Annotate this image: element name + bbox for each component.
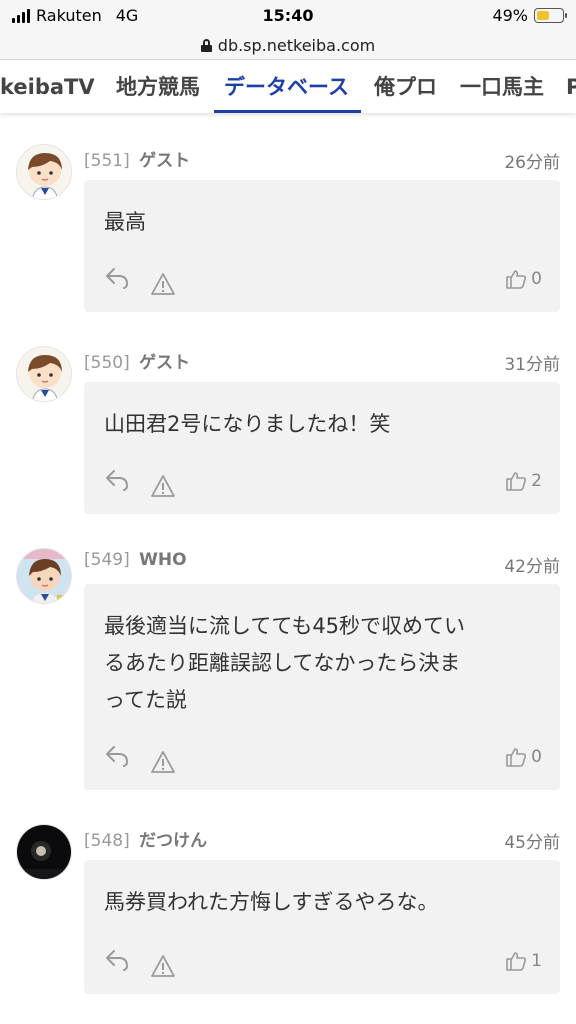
battery-icon <box>534 8 567 23</box>
child-icon <box>17 145 71 199</box>
reply-icon[interactable] <box>104 948 130 972</box>
comment-actions: 0 <box>104 266 542 296</box>
battery-percent: 49% <box>492 6 528 25</box>
report-icon[interactable] <box>150 272 176 296</box>
tab-local-racing[interactable]: 地方競馬 <box>116 61 200 113</box>
like-count: 2 <box>531 471 542 491</box>
child-icon <box>17 347 71 401</box>
comment-number: [548] <box>84 831 130 851</box>
like-count: 0 <box>531 747 542 767</box>
comment-actions: 0 <box>104 744 542 774</box>
comment-number: [549] <box>84 550 130 570</box>
comment-text-line: 最後適当に流してても45秒で収めてい <box>104 614 466 638</box>
category-tabs: keibaTV 地方競馬 データベース 俺プロ 一口馬主 P <box>0 61 576 113</box>
reply-icon[interactable] <box>104 266 130 290</box>
comment-text: 山田君2号になりましたね！笑 <box>104 412 391 436</box>
report-icon[interactable] <box>150 954 176 978</box>
avatar[interactable] <box>16 346 72 402</box>
night-photo-icon <box>17 825 71 879</box>
thumbs-up-icon <box>506 472 527 491</box>
tab-keibatv[interactable]: keibaTV <box>0 61 95 113</box>
avatar[interactable] <box>16 144 72 200</box>
like-button[interactable]: 1 <box>505 950 542 972</box>
battery-level-fill <box>537 11 549 20</box>
username[interactable]: だつけん <box>139 831 207 851</box>
avatar[interactable] <box>16 548 72 604</box>
comment-time: 31分前 <box>504 355 560 375</box>
username[interactable]: WHO <box>139 550 186 570</box>
tab-more[interactable]: P <box>566 61 576 113</box>
comment-meta: [549] WHO <box>84 550 187 570</box>
comment-number: [551] <box>84 151 130 171</box>
child-photo-icon <box>17 549 71 603</box>
like-count: 1 <box>531 951 542 971</box>
comment-item: [551] ゲスト 26分前 最高 0 <box>0 144 576 312</box>
tab-hitokuchi[interactable]: 一口馬主 <box>460 61 544 113</box>
tab-ore-pro[interactable]: 俺プロ <box>374 61 437 113</box>
comment-bubble: 最後適当に流してても45秒で収めてい るあたり距離誤認してなかったら決ま ってた… <box>84 584 560 790</box>
like-button[interactable]: 2 <box>505 470 542 492</box>
comment-time: 26分前 <box>504 153 560 173</box>
comment-text: 馬券買われた方悔しすぎるやろな。 <box>104 890 439 914</box>
lock-icon <box>200 39 212 52</box>
comment-bubble: 山田君2号になりましたね！笑 2 <box>84 382 560 514</box>
comment-meta: [548] だつけん <box>84 826 207 851</box>
report-icon[interactable] <box>150 750 176 774</box>
report-icon[interactable] <box>150 474 176 498</box>
comment-meta: [551] ゲスト <box>84 146 190 171</box>
username[interactable]: ゲスト <box>139 353 190 373</box>
comment-item: [550] ゲスト 31分前 山田君2号になりましたね！笑 2 <box>0 346 576 514</box>
comment-text-line: ってた説 <box>104 688 187 712</box>
comment-bubble: 最高 0 <box>84 180 560 312</box>
thumbs-up-icon <box>506 270 527 289</box>
url-text[interactable]: db.sp.netkeiba.com <box>218 36 375 55</box>
comment-time: 45分前 <box>504 833 560 853</box>
like-button[interactable]: 0 <box>505 746 542 768</box>
like-count: 0 <box>531 269 542 289</box>
comment-meta: [550] ゲスト <box>84 348 190 373</box>
comment-bubble: 馬券買われた方悔しすぎるやろな。 1 <box>84 860 560 994</box>
thumbs-up-icon <box>506 748 527 767</box>
thumbs-up-icon <box>506 952 527 971</box>
username[interactable]: ゲスト <box>139 151 190 171</box>
avatar[interactable] <box>16 824 72 880</box>
status-bar: Rakuten 4G 15:40 49% <box>0 0 576 32</box>
comment-item: [548] だつけん 45分前 馬券買われた方悔しすぎるやろな。 1 <box>0 824 576 994</box>
clock: 15:40 <box>262 6 314 25</box>
reply-icon[interactable] <box>104 744 130 768</box>
address-bar[interactable]: db.sp.netkeiba.com <box>0 32 576 60</box>
tab-database[interactable]: データベース <box>214 61 361 113</box>
comment-item: [549] WHO 42分前 最後適当に流してても45秒で収めてい るあたり距離… <box>0 548 576 792</box>
comment-text: 最高 <box>104 210 146 234</box>
like-button[interactable]: 0 <box>505 268 542 290</box>
comment-actions: 1 <box>104 948 542 978</box>
comment-text-line: るあたり距離誤認してなかったら決ま <box>104 651 461 675</box>
comment-number: [550] <box>84 353 130 373</box>
comment-actions: 2 <box>104 468 542 498</box>
reply-icon[interactable] <box>104 468 130 492</box>
battery-info: 49% <box>492 6 567 25</box>
comment-text: 最後適当に流してても45秒で収めてい るあたり距離誤認してなかったら決ま ってた… <box>104 608 540 719</box>
comment-time: 42分前 <box>504 557 560 577</box>
